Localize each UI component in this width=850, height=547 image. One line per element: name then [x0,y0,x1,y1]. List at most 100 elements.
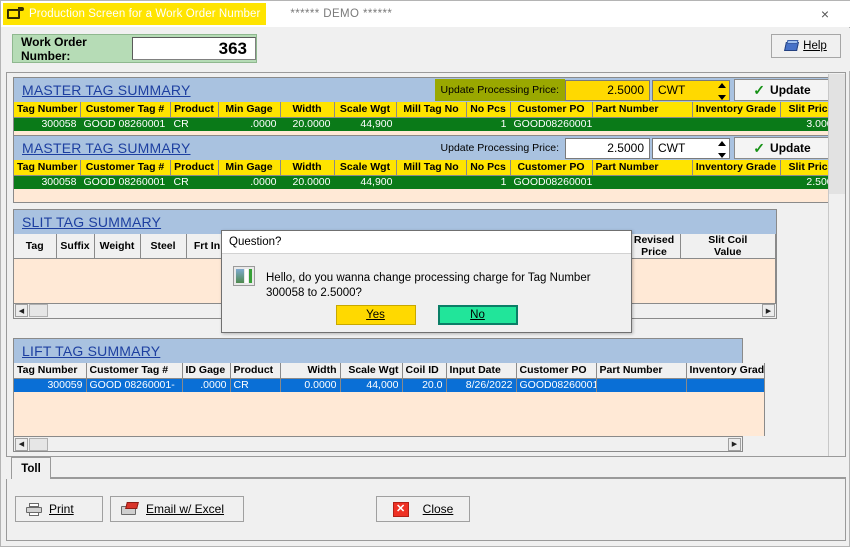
col-line2: Value [714,246,742,258]
cell-product: CR [170,117,219,131]
cell-no-pcs: 1 [466,117,511,131]
col-customer-tag: Customer Tag # [80,160,171,176]
scrollbar-thumb[interactable] [29,437,48,451]
help-button[interactable]: Help [771,34,841,58]
table-header-row: Tag Number Customer Tag # Product Min Ga… [14,160,843,176]
scroll-right-icon[interactable]: ▶ [728,437,741,451]
master-tag-grid-2[interactable]: Tag Number Customer Tag # Product Min Ga… [14,160,843,202]
section-header: LIFT TAG SUMMARY [14,339,742,363]
demo-banner: ****** DEMO ****** [290,8,393,20]
cell-tag-number: 300058 [14,175,81,189]
lift-tag-grid[interactable]: Tag Number Customer Tag # ID Gage Produc… [14,363,765,436]
dialog-message: Hello, do you wanna change processing ch… [266,272,591,299]
update-price-input[interactable]: 2.5000 [565,79,650,101]
email-excel-button[interactable]: Email w/ Excel [110,496,244,522]
update-price-input[interactable]: 2.5000 [565,137,650,159]
unit-select-value: CWT [658,83,686,97]
update-button[interactable]: ✓ Update [734,137,830,159]
cell-min-gage: .0000 [218,175,281,189]
scroll-left-group: ◀ [15,437,48,451]
cell-inventory-grade [686,378,765,392]
scrollbar-thumb[interactable] [29,304,48,317]
work-order-input[interactable]: 363 [131,37,256,60]
col-width: Width [280,363,341,379]
spinner-icon[interactable] [717,82,726,100]
table-header-row: Tag Number Customer Tag # Product Min Ga… [14,102,843,118]
col-revised-price: Revised Price [628,234,681,259]
col-no-pcs: No Pcs [466,160,511,176]
table-row[interactable]: 300058 GOOD 08260001 CR .0000 20.0000 44… [14,175,843,189]
horizontal-scrollbar[interactable]: ◀ ▶ [14,436,742,451]
col-product: Product [230,363,281,379]
yes-button[interactable]: Yes [335,305,416,325]
col-scale-wgt: Scale Wgt [334,160,397,176]
table-row-empty[interactable] [14,189,843,202]
scroll-right-icon[interactable]: ▶ [762,304,775,317]
cell-tag-number: 300059 [14,378,87,392]
col-slit-coil-value: Slit Coil Value [680,234,776,259]
col-inventory-grade: Inventory Grade [686,363,765,379]
dialog-buttons: Yes No [222,305,631,325]
tab-toll[interactable]: Toll [11,457,51,479]
update-button-label: Update [770,83,811,97]
vertical-scrollbar[interactable] [828,74,845,456]
section-header: MASTER TAG SUMMARY Update Processing Pri… [14,136,832,160]
no-button[interactable]: No [437,305,518,325]
col-line1: Steel [150,240,176,252]
update-price-label: Update Processing Price: [434,79,565,101]
table-row[interactable]: 300058 GOOD 08260001 CR .0000 20.0000 44… [14,117,843,131]
cell-part-number [592,117,693,131]
cell-width: 0.0000 [280,378,341,392]
col-customer-tag: Customer Tag # [80,102,171,118]
close-icon[interactable]: × [805,1,845,27]
work-order-panel: Work Order Number: 363 [12,34,257,63]
unit-select[interactable]: CWT [652,137,730,159]
email-excel-icon [121,501,139,517]
col-input-date: Input Date [446,363,517,379]
cell-id-gage: .0000 [182,378,231,392]
col-customer-tag: Customer Tag # [86,363,183,379]
close-x-icon: ✕ [392,501,409,517]
col-line1: Suffix [60,240,90,252]
col-line1: Frt In [193,240,221,252]
scroll-left-icon[interactable]: ◀ [15,304,28,317]
cell-scale-wgt: 44,900 [334,117,397,131]
col-customer-po: Customer PO [510,102,593,118]
col-line2: Price [641,246,667,258]
col-coil-id: Coil ID [402,363,447,379]
printer-icon [26,502,42,516]
work-order-strip: Work Order Number: 363 Help [1,28,850,71]
dialog-body: Hello, do you wanna change processing ch… [222,254,631,333]
cell-part-number [592,175,693,189]
col-product: Product [170,102,219,118]
section-header: MASTER TAG SUMMARY Update Processing Pri… [14,78,832,102]
section-title: SLIT TAG SUMMARY [22,214,162,230]
spinner-icon[interactable] [717,140,726,158]
cell-customer-po: GOOD08260001 [510,117,593,131]
application-window: Production Screen for a Work Order Numbe… [0,0,850,547]
table-header-row: Tag Number Customer Tag # ID Gage Produc… [14,363,765,379]
col-suffix: Suffix [56,234,95,259]
dialog-title: Question? [222,231,631,254]
section-title: LIFT TAG SUMMARY [22,343,161,359]
col-part-number: Part Number [596,363,687,379]
cell-part-number [596,378,687,392]
col-id-gage: ID Gage [182,363,231,379]
unit-select[interactable]: CWT [652,79,730,101]
close-button[interactable]: ✕ Close [376,496,470,522]
update-price-label: Update Processing Price: [440,142,559,154]
table-row-empty[interactable] [14,392,765,436]
yes-button-label: Yes [366,309,385,321]
email-excel-button-label: Email w/ Excel [146,502,225,516]
col-part-number: Part Number [592,160,693,176]
print-button[interactable]: Print [15,496,103,522]
scroll-left-icon[interactable]: ◀ [15,437,28,451]
table-row[interactable]: 300059 GOOD 08260001- .0000 CR 0.0000 44… [14,378,765,392]
check-icon: ✓ [753,82,766,98]
scrollbar-thumb[interactable] [829,74,845,194]
section-title: MASTER TAG SUMMARY [22,140,191,156]
cell-scale-wgt: 44,900 [334,175,397,189]
update-button[interactable]: ✓ Update [734,79,830,101]
col-product: Product [170,160,219,176]
update-button-label: Update [770,141,811,155]
